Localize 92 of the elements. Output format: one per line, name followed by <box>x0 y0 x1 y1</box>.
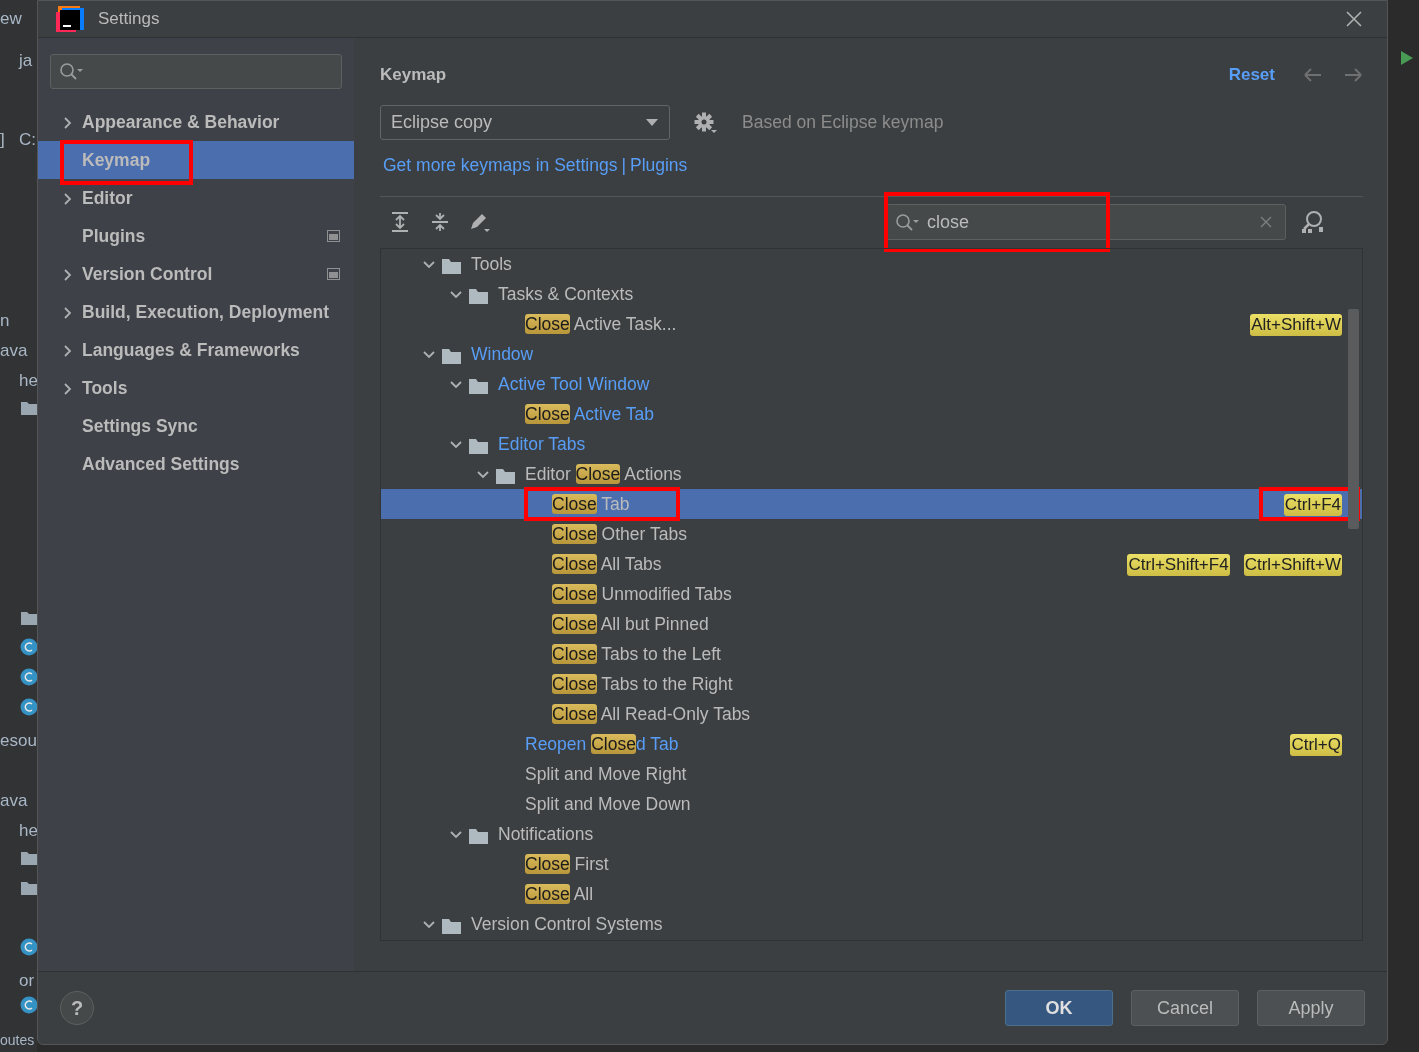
background-text: outes <box>0 1031 35 1050</box>
collapse-all-icon[interactable] <box>430 212 450 233</box>
tree-row[interactable]: Close All but Pinned <box>381 609 1362 640</box>
folder-icon <box>441 916 462 935</box>
folder-icon <box>20 880 37 896</box>
based-on-text: Based on Eclipse keymap <box>742 111 944 135</box>
background-text: esou <box>0 730 37 752</box>
sidebar-item[interactable]: Editor <box>38 179 354 217</box>
tree-row[interactable]: Version Control Systems <box>381 909 1362 940</box>
background-text: n <box>0 310 10 332</box>
keymaps-link[interactable]: Get more keymaps in Settings <box>383 152 618 179</box>
folder-icon <box>20 610 37 626</box>
sidebar-item[interactable]: Tools <box>38 369 354 407</box>
shortcut-badge: Ctrl+F4 <box>1283 494 1342 517</box>
tree-row[interactable]: Close All Tabs Ctrl+Shift+F4 Ctrl+Shift+W <box>381 549 1362 580</box>
background-text: ava <box>0 340 28 362</box>
background-text: ja <box>19 50 33 72</box>
tree-row[interactable]: Close Unmodified Tabs <box>381 579 1362 610</box>
class-icon <box>20 668 37 686</box>
sidebar-item[interactable]: Version Control <box>38 255 354 293</box>
shortcut-badge: Ctrl+Q <box>1290 734 1342 757</box>
run-icon[interactable] <box>1400 50 1414 66</box>
dialog-button[interactable]: Cancel <box>1131 990 1239 1026</box>
tree-row[interactable]: Split and Move Down <box>381 789 1362 820</box>
search-icon <box>59 62 83 81</box>
dialog-button[interactable]: OK <box>1005 990 1113 1026</box>
folder-icon <box>441 256 462 275</box>
folder-icon <box>20 400 37 416</box>
search-field[interactable] <box>50 54 342 89</box>
background-text: he <box>19 370 37 392</box>
folder-icon <box>468 376 489 395</box>
find-shortcut-icon[interactable] <box>1301 210 1325 235</box>
window-title: Settings <box>98 8 160 31</box>
search-field[interactable]: close <box>886 204 1286 241</box>
gear-icon[interactable] <box>694 111 718 134</box>
class-icon <box>20 638 37 656</box>
class-icon <box>20 996 37 1014</box>
pencil-icon[interactable] <box>468 211 491 233</box>
sidebar-item[interactable]: Appearance & Behavior <box>38 103 354 141</box>
shortcut-badge: Ctrl+Shift+W <box>1243 554 1342 577</box>
tree-row[interactable]: Reopen Closed Tab Ctrl+Q <box>381 729 1362 760</box>
app-logo-icon <box>56 6 84 32</box>
search-icon <box>895 213 919 233</box>
tree-row[interactable]: Close All <box>381 879 1362 910</box>
background-text: he <box>19 820 37 842</box>
sidebar-item[interactable]: Languages & Frameworks <box>38 331 354 369</box>
folder-icon <box>20 850 37 866</box>
plugins-link[interactable]: Plugins <box>629 152 688 179</box>
background-text: ] <box>0 129 5 151</box>
background-text: ew <box>0 8 22 30</box>
tree-row[interactable]: Window <box>381 339 1362 370</box>
tree-row[interactable]: Split and Move Right <box>381 759 1362 790</box>
shortcut-badge: Ctrl+Shift+F4 <box>1127 554 1230 577</box>
caret-icon <box>645 118 659 127</box>
folder-icon <box>441 346 462 365</box>
tree-row[interactable]: Close Other Tabs <box>381 519 1362 550</box>
panel-title: Keymap <box>380 64 447 87</box>
keymap-dropdown[interactable]: Eclipse copy <box>380 105 670 140</box>
background-text: ava <box>0 790 28 812</box>
tree-row[interactable]: Close Active Tab <box>381 399 1362 430</box>
reset-link[interactable]: Reset <box>1228 62 1275 88</box>
folder-icon <box>495 466 516 485</box>
tree-row[interactable]: Editor Tabs <box>381 429 1362 460</box>
background-text: C: <box>19 129 36 151</box>
expand-all-icon[interactable] <box>390 212 410 233</box>
folder-icon <box>468 286 489 305</box>
tree-row[interactable]: Close First <box>381 849 1362 880</box>
sidebar-item[interactable]: Plugins <box>38 217 354 255</box>
sidebar-item[interactable]: Advanced Settings <box>38 445 354 483</box>
tree-row[interactable]: Close Active Task... Alt+Shift+W <box>381 309 1362 340</box>
tree-row[interactable]: Close All Read-Only Tabs <box>381 699 1362 730</box>
tree-row[interactable]: Tools <box>381 249 1362 280</box>
tree-row[interactable]: Tasks & Contexts <box>381 279 1362 310</box>
class-icon <box>20 938 37 956</box>
tree-row[interactable]: Close Tabs to the Left <box>381 639 1362 670</box>
sidebar-item[interactable]: Settings Sync <box>38 407 354 445</box>
scrollbar[interactable] <box>1348 309 1359 530</box>
tree-row[interactable]: Active Tool Window <box>381 369 1362 400</box>
folder-icon <box>468 436 489 455</box>
tree-row[interactable]: Notifications <box>381 819 1362 850</box>
sidebar-item[interactable]: Build, Execution, Deployment <box>38 293 354 331</box>
dialog-button[interactable]: Apply <box>1257 990 1365 1026</box>
folder-icon <box>468 826 489 845</box>
tree-row[interactable]: Close Tabs to the Right <box>381 669 1362 700</box>
tree-row[interactable]: Editor Close Actions <box>381 459 1362 490</box>
class-icon <box>20 698 37 716</box>
help-button[interactable]: ? <box>60 991 94 1025</box>
shortcut-badge: Alt+Shift+W <box>1250 314 1342 337</box>
tree-row[interactable]: Close Tab Ctrl+F4 <box>381 489 1362 520</box>
link-separator: | <box>621 154 626 177</box>
close-icon <box>1345 10 1363 28</box>
background-text: or <box>19 970 35 992</box>
